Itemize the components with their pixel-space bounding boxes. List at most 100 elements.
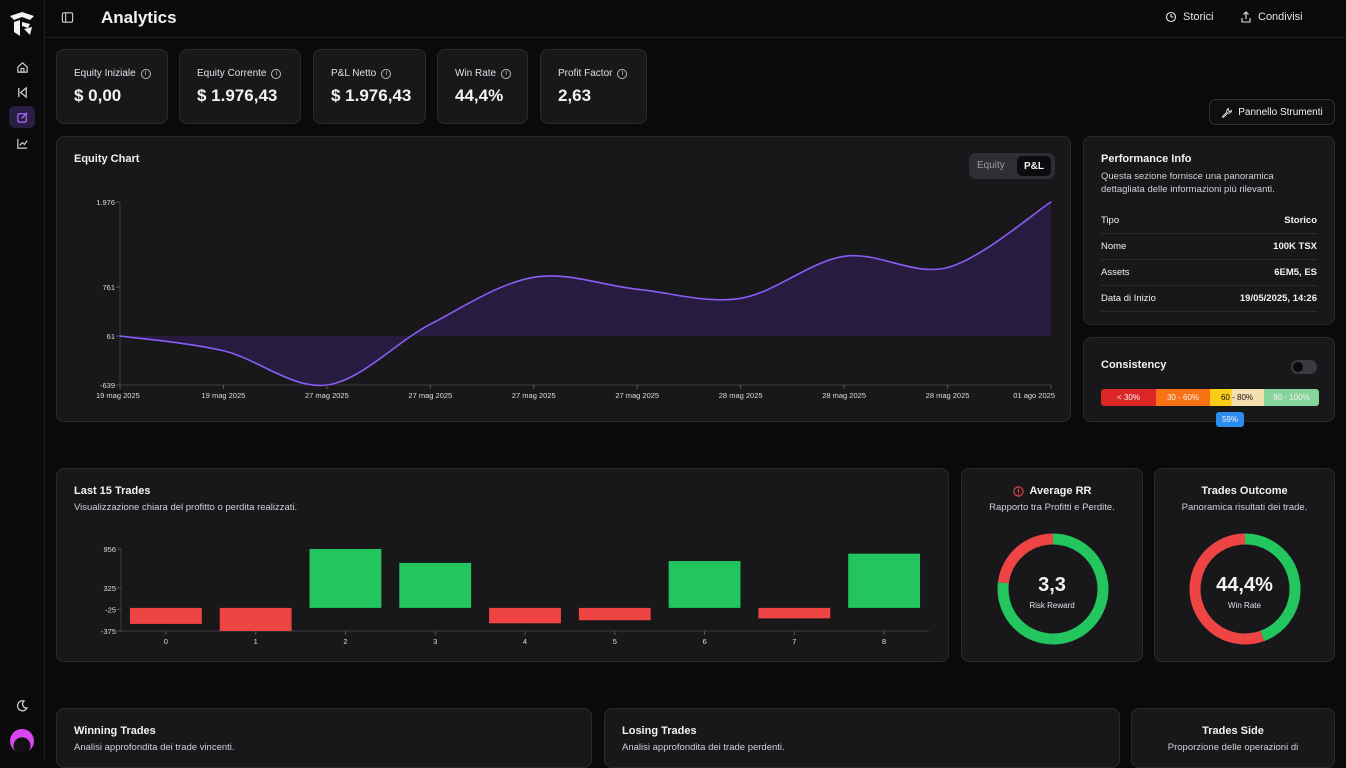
- info-icon[interactable]: i: [271, 68, 282, 79]
- consistency-marker: 59%: [1216, 412, 1244, 427]
- x-tick-label: 19 mag 2025: [202, 391, 246, 400]
- tools-panel-button[interactable]: Pannello Strumenti: [1209, 99, 1335, 125]
- stat-label: Equity Corrente: [197, 68, 267, 79]
- stat-card-pnl-netto: P&L Netto i $ 1.976,43: [313, 49, 426, 124]
- average-rr-card: Average RR Rapporto tra Profitti e Perdi…: [961, 468, 1143, 662]
- average-rr-caption: Risk Reward: [1029, 601, 1075, 610]
- theme-toggle-icon[interactable]: [9, 695, 35, 717]
- trades-outcome-card: Trades Outcome Panoramica risultati dei …: [1154, 468, 1335, 662]
- equity-point: [740, 297, 742, 299]
- row-key: Tipo: [1101, 215, 1120, 226]
- x-tick-label: 7: [792, 637, 796, 646]
- equity-point: [222, 350, 225, 352]
- y-tick-label: 761: [102, 283, 115, 292]
- info-icon[interactable]: i: [617, 68, 628, 79]
- row-key: Nome: [1101, 241, 1127, 252]
- equity-point: [946, 266, 949, 269]
- x-tick-label: 01 ago 2025: [1013, 391, 1055, 400]
- storici-label: Storici: [1183, 11, 1214, 23]
- condivisi-button[interactable]: Condivisi: [1240, 11, 1303, 23]
- alert-icon: [1012, 485, 1024, 497]
- y-tick-label: -639: [100, 381, 115, 390]
- x-tick-label: 5: [613, 637, 617, 646]
- trades-outcome-caption: Win Rate: [1228, 601, 1261, 610]
- trades-side-card: Trades Side Proporzione delle operazioni…: [1131, 708, 1335, 768]
- info-icon[interactable]: i: [501, 68, 512, 79]
- equity-point: [636, 288, 638, 290]
- nav-analytics-icon[interactable]: [9, 132, 35, 154]
- row-value: 100K TSX: [1273, 241, 1317, 252]
- share-icon: [1241, 11, 1251, 23]
- y-tick-label: 325: [103, 584, 116, 593]
- stat-card-profit-factor: Profit Factor i 2,63: [540, 49, 647, 124]
- x-tick-label: 27 mag 2025: [305, 391, 349, 400]
- stat-label: P&L Netto: [331, 68, 377, 79]
- last-trades-card: Last 15 Trades Visualizzazione chiara de…: [56, 468, 949, 662]
- losing-subtitle: Analisi approfondita dei trade perdenti.: [622, 742, 785, 753]
- performance-subtitle-line: Questa sezione fornisce una panoramica: [1101, 171, 1274, 182]
- storici-button[interactable]: Storici: [1165, 11, 1214, 23]
- performance-info-card: Performance Info Questa sezione fornisce…: [1083, 136, 1335, 325]
- average-rr-subtitle: Rapporto tra Profitti e Perdite.: [989, 502, 1115, 513]
- y-tick-label: -375: [101, 627, 116, 636]
- x-tick-label: 3: [433, 637, 437, 646]
- row-key: Assets: [1101, 267, 1130, 278]
- sidebar: [0, 0, 45, 761]
- winning-title: Winning Trades: [74, 725, 156, 737]
- stat-label: Profit Factor: [558, 68, 613, 79]
- x-tick-label: 6: [702, 637, 706, 646]
- app-logo-icon[interactable]: [8, 10, 36, 38]
- info-icon[interactable]: i: [381, 68, 392, 79]
- stat-value: $ 0,00: [74, 86, 122, 105]
- y-tick-label: 956: [103, 545, 116, 554]
- performance-row: Tipo Storico: [1101, 208, 1317, 234]
- equity-point: [533, 276, 535, 278]
- nav-journal-icon[interactable]: [9, 106, 35, 128]
- consistency-segment: < 30%: [1101, 389, 1156, 406]
- x-tick-label: 28 mag 2025: [926, 391, 970, 400]
- equity-point: [1050, 201, 1052, 203]
- trade-bar: [668, 561, 741, 608]
- row-value: 6EM5, ES: [1274, 267, 1317, 278]
- performance-subtitle: Questa sezione fornisce una panoramica d…: [1101, 170, 1275, 196]
- x-tick-label: 27 mag 2025: [512, 391, 556, 400]
- condivisi-label: Condivisi: [1258, 11, 1303, 23]
- performance-row: Data di Inizio 19/05/2025, 14:26: [1101, 286, 1317, 312]
- x-tick-label: 28 mag 2025: [822, 391, 866, 400]
- x-tick-label: 27 mag 2025: [408, 391, 452, 400]
- performance-subtitle-line: dettagliata delle informazioni più rilev…: [1101, 184, 1275, 195]
- stat-value: 44,4%: [455, 86, 504, 105]
- tools-panel-label: Pannello Strumenti: [1238, 106, 1323, 118]
- nav-replay-icon[interactable]: [9, 81, 35, 103]
- trades-outcome-subtitle: Panoramica risultati dei trade.: [1181, 502, 1308, 513]
- wrench-icon: [1221, 107, 1233, 118]
- trades-outcome-value: 44,4%: [1216, 574, 1273, 596]
- trade-bar: [848, 553, 921, 608]
- sidebar-toggle-icon[interactable]: [61, 11, 74, 24]
- equity-area: [120, 202, 1051, 386]
- losing-trades-card: Losing Trades Analisi approfondita dei t…: [604, 708, 1120, 768]
- winning-trades-card: Winning Trades Analisi approfondita dei …: [56, 708, 592, 768]
- x-tick-label: 0: [164, 637, 168, 646]
- x-tick-label: 1: [254, 637, 258, 646]
- info-icon[interactable]: i: [140, 68, 151, 79]
- y-tick-label: 61: [107, 332, 115, 341]
- nav-home-icon[interactable]: [9, 56, 35, 78]
- trade-bar: [309, 549, 382, 608]
- stat-card-win-rate: Win Rate i 44,4%: [437, 49, 528, 124]
- performance-row: Assets 6EM5, ES: [1101, 260, 1317, 286]
- consistency-switch[interactable]: [1291, 360, 1317, 374]
- page-title: Analytics: [101, 8, 177, 27]
- row-value: 19/05/2025, 14:26: [1239, 293, 1317, 304]
- stat-value: $ 1.976,43: [197, 86, 278, 105]
- trade-bar: [399, 562, 472, 608]
- average-rr-value: 3,3: [1038, 574, 1066, 596]
- stat-value: 2,63: [558, 86, 592, 105]
- stat-card-equity-corrente: Equity Corrente i $ 1.976,43: [179, 49, 301, 124]
- equity-chart: 1.97676161-63919 mag 2025 19 mag 2025 27 m…: [96, 198, 1055, 400]
- last-trades-chart: 956 325 -25 -375 0 1 2 3 4 5 6 7 8: [101, 545, 929, 646]
- performance-row: Nome 100K TSX: [1101, 234, 1317, 260]
- equity-point: [119, 335, 121, 337]
- consistency-bar: < 30% 30 - 60% 60 - 80% 80 - 100%: [1101, 389, 1319, 406]
- avatar[interactable]: [10, 729, 34, 753]
